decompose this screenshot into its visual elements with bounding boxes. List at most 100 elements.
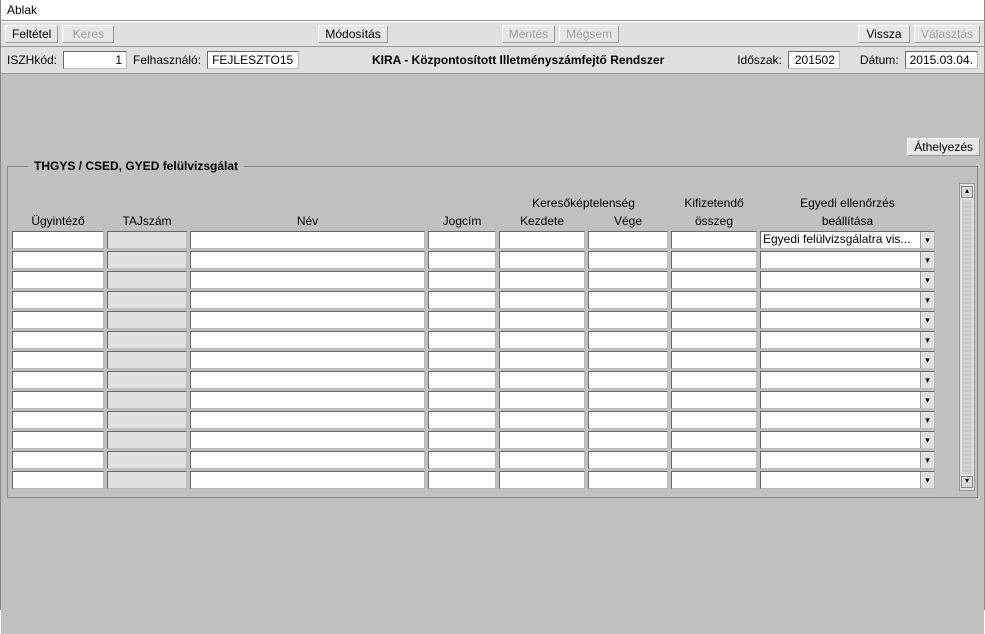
cell-osszeg[interactable] bbox=[671, 231, 757, 249]
chevron-down-icon[interactable]: ▾ bbox=[920, 412, 934, 428]
cell-osszeg[interactable] bbox=[671, 271, 757, 289]
cell-kezdete[interactable] bbox=[499, 311, 585, 329]
cell-tajszam[interactable] bbox=[107, 271, 187, 289]
cell-vege[interactable] bbox=[588, 231, 668, 249]
cell-ugyintezo[interactable] bbox=[12, 271, 104, 289]
cell-tajszam[interactable] bbox=[107, 291, 187, 309]
chevron-down-icon[interactable]: ▾ bbox=[920, 272, 934, 288]
cell-kezdete[interactable] bbox=[499, 411, 585, 429]
cell-egyedi-dropdown[interactable]: ▾ bbox=[760, 391, 935, 409]
cell-ugyintezo[interactable] bbox=[12, 291, 104, 309]
cell-ugyintezo[interactable] bbox=[12, 311, 104, 329]
cell-vege[interactable] bbox=[588, 271, 668, 289]
cell-nev[interactable] bbox=[190, 431, 425, 449]
valasztas-button[interactable]: Választás bbox=[914, 25, 980, 43]
cell-egyedi-dropdown[interactable]: ▾ bbox=[760, 291, 935, 309]
cell-egyedi-dropdown[interactable]: ▾ bbox=[760, 371, 935, 389]
cell-kezdete[interactable] bbox=[499, 231, 585, 249]
cell-ugyintezo[interactable] bbox=[12, 431, 104, 449]
cell-egyedi-dropdown[interactable]: ▾ bbox=[760, 251, 935, 269]
cell-tajszam[interactable] bbox=[107, 431, 187, 449]
cell-jogcim[interactable] bbox=[428, 271, 496, 289]
cell-kezdete[interactable] bbox=[499, 331, 585, 349]
mentes-button[interactable]: Mentés bbox=[502, 25, 555, 43]
athelyezes-button[interactable]: Áthelyezés bbox=[907, 138, 980, 156]
cell-nev[interactable] bbox=[190, 251, 425, 269]
cell-jogcim[interactable] bbox=[428, 311, 496, 329]
chevron-down-icon[interactable]: ▾ bbox=[920, 452, 934, 468]
vertical-scrollbar[interactable]: ▴ ▾ bbox=[959, 183, 975, 491]
cell-ugyintezo[interactable] bbox=[12, 251, 104, 269]
cell-osszeg[interactable] bbox=[671, 411, 757, 429]
cell-kezdete[interactable] bbox=[499, 371, 585, 389]
cell-tajszam[interactable] bbox=[107, 231, 187, 249]
chevron-down-icon[interactable]: ▾ bbox=[920, 232, 934, 248]
cell-kezdete[interactable] bbox=[499, 271, 585, 289]
cell-nev[interactable] bbox=[190, 291, 425, 309]
cell-kezdete[interactable] bbox=[499, 471, 585, 489]
cell-ugyintezo[interactable] bbox=[12, 391, 104, 409]
cell-jogcim[interactable] bbox=[428, 391, 496, 409]
cell-ugyintezo[interactable] bbox=[12, 231, 104, 249]
chevron-down-icon[interactable]: ▾ bbox=[920, 352, 934, 368]
cell-egyedi-dropdown[interactable]: ▾ bbox=[760, 471, 935, 489]
cell-nev[interactable] bbox=[190, 331, 425, 349]
cell-nev[interactable] bbox=[190, 231, 425, 249]
cell-ugyintezo[interactable] bbox=[12, 351, 104, 369]
cell-nev[interactable] bbox=[190, 471, 425, 489]
scroll-track[interactable] bbox=[962, 200, 972, 474]
cell-vege[interactable] bbox=[588, 391, 668, 409]
cell-egyedi-dropdown[interactable]: Egyedi felülvizsgálatra vis...▾ bbox=[760, 231, 935, 249]
cell-kezdete[interactable] bbox=[499, 391, 585, 409]
scroll-up-icon[interactable]: ▴ bbox=[961, 186, 973, 198]
cell-vege[interactable] bbox=[588, 451, 668, 469]
cell-ugyintezo[interactable] bbox=[12, 411, 104, 429]
cell-jogcim[interactable] bbox=[428, 331, 496, 349]
cell-egyedi-dropdown[interactable]: ▾ bbox=[760, 451, 935, 469]
chevron-down-icon[interactable]: ▾ bbox=[920, 332, 934, 348]
cell-jogcim[interactable] bbox=[428, 291, 496, 309]
cell-egyedi-dropdown[interactable]: ▾ bbox=[760, 311, 935, 329]
cell-jogcim[interactable] bbox=[428, 251, 496, 269]
cell-egyedi-dropdown[interactable]: ▾ bbox=[760, 331, 935, 349]
cell-vege[interactable] bbox=[588, 331, 668, 349]
cell-egyedi-dropdown[interactable]: ▾ bbox=[760, 411, 935, 429]
cell-vege[interactable] bbox=[588, 291, 668, 309]
cell-vege[interactable] bbox=[588, 311, 668, 329]
cell-vege[interactable] bbox=[588, 471, 668, 489]
cell-osszeg[interactable] bbox=[671, 431, 757, 449]
feltetel-button[interactable]: Feltétel bbox=[5, 25, 58, 43]
cell-vege[interactable] bbox=[588, 251, 668, 269]
cell-kezdete[interactable] bbox=[499, 251, 585, 269]
cell-osszeg[interactable] bbox=[671, 351, 757, 369]
chevron-down-icon[interactable]: ▾ bbox=[920, 252, 934, 268]
keres-button[interactable]: Keres bbox=[62, 25, 114, 43]
cell-osszeg[interactable] bbox=[671, 471, 757, 489]
cell-osszeg[interactable] bbox=[671, 391, 757, 409]
cell-tajszam[interactable] bbox=[107, 411, 187, 429]
cell-osszeg[interactable] bbox=[671, 371, 757, 389]
cell-nev[interactable] bbox=[190, 311, 425, 329]
cell-osszeg[interactable] bbox=[671, 291, 757, 309]
cell-nev[interactable] bbox=[190, 271, 425, 289]
cell-nev[interactable] bbox=[190, 371, 425, 389]
cell-vege[interactable] bbox=[588, 371, 668, 389]
cell-egyedi-dropdown[interactable]: ▾ bbox=[760, 431, 935, 449]
cell-kezdete[interactable] bbox=[499, 291, 585, 309]
chevron-down-icon[interactable]: ▾ bbox=[920, 292, 934, 308]
cell-kezdete[interactable] bbox=[499, 431, 585, 449]
scroll-down-icon[interactable]: ▾ bbox=[961, 476, 973, 488]
cell-nev[interactable] bbox=[190, 411, 425, 429]
cell-ugyintezo[interactable] bbox=[12, 471, 104, 489]
chevron-down-icon[interactable]: ▾ bbox=[920, 372, 934, 388]
cell-ugyintezo[interactable] bbox=[12, 331, 104, 349]
cell-kezdete[interactable] bbox=[499, 451, 585, 469]
cell-egyedi-dropdown[interactable]: ▾ bbox=[760, 351, 935, 369]
cell-osszeg[interactable] bbox=[671, 311, 757, 329]
cell-tajszam[interactable] bbox=[107, 251, 187, 269]
cell-tajszam[interactable] bbox=[107, 331, 187, 349]
cell-vege[interactable] bbox=[588, 411, 668, 429]
megsem-button[interactable]: Mégsem bbox=[559, 25, 619, 43]
cell-tajszam[interactable] bbox=[107, 351, 187, 369]
cell-jogcim[interactable] bbox=[428, 451, 496, 469]
